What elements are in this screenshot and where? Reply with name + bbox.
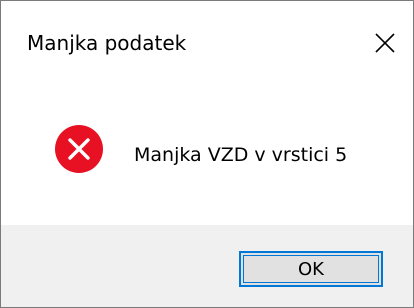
button-bar: OK: [1, 225, 413, 307]
title-bar: Manjka podatek: [1, 1, 413, 83]
message-area: Manjka VZD v vrstici 5: [1, 83, 413, 225]
message-dialog: Manjka podatek Manjka VZD v vrstici 5 OK: [0, 0, 414, 308]
error-icon: [55, 125, 103, 173]
message-text: Manjka VZD v vrstici 5: [134, 144, 348, 166]
ok-button-label: OK: [298, 258, 324, 280]
close-icon: [375, 33, 395, 53]
ok-button[interactable]: OK: [239, 251, 383, 287]
close-button[interactable]: [357, 19, 413, 67]
window-title: Manjka podatek: [27, 31, 187, 55]
